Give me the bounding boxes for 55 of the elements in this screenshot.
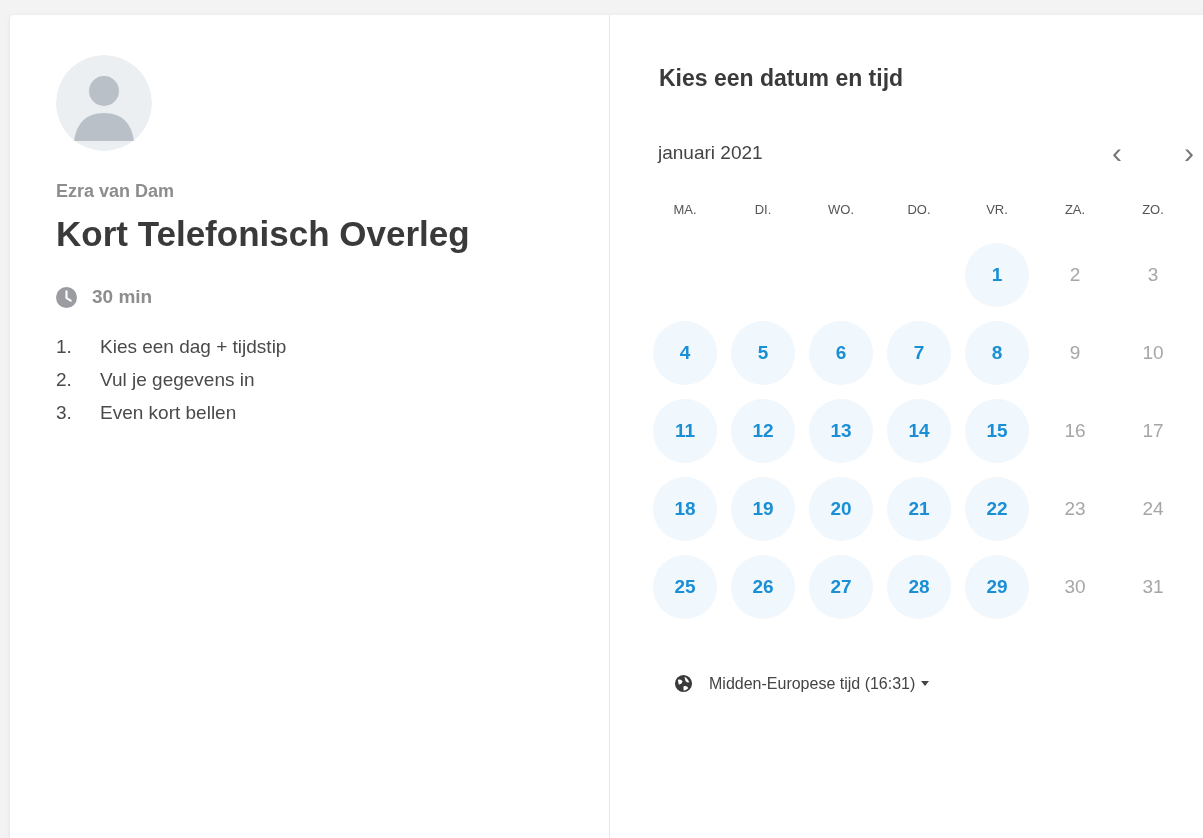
unavailable-day: 17 [1121,399,1185,463]
month-label: januari 2021 [658,142,763,164]
available-day-button[interactable]: 7 [887,321,951,385]
clock-icon [56,286,77,308]
available-day-button[interactable]: 14 [887,399,951,463]
host-name: Ezra van Dam [56,181,176,202]
weekday-label: DI. [754,202,772,219]
weekday-label: MA. [673,202,697,219]
caret-icon [921,681,930,686]
step-text: Even kort bellen [100,402,237,424]
available-day-button[interactable]: 6 [809,321,873,385]
unavailable-day: 16 [1043,399,1107,463]
available-day-button[interactable]: 18 [653,477,717,541]
calendar-heading: Kies een datum en tijd [659,65,905,92]
timezone-dropdown[interactable]: Midden-Europese tijd (16:31) [709,674,930,693]
weekday-label: VR. [986,202,1008,219]
unavailable-day: 30 [1043,555,1107,619]
unavailable-day: 23 [1043,477,1107,541]
available-day-button[interactable]: 21 [887,477,951,541]
step-number: 2. [56,369,73,391]
available-day-button[interactable]: 19 [731,477,795,541]
unavailable-day: 9 [1043,321,1107,385]
available-day-button[interactable]: 11 [653,399,717,463]
step-text: Kies een dag + tijdstip [100,336,287,358]
unavailable-day: 24 [1121,477,1185,541]
available-day-button[interactable]: 20 [809,477,873,541]
available-day-button[interactable]: 28 [887,555,951,619]
unavailable-day: 31 [1121,555,1185,619]
event-title: Kort Telefonisch Overleg [56,214,471,254]
available-day-button[interactable]: 1 [965,243,1029,307]
weekday-label: ZA. [1064,202,1086,219]
available-day-button[interactable]: 26 [731,555,795,619]
duration: 30 min [92,286,153,308]
available-day-button[interactable]: 29 [965,555,1029,619]
weekday-label: ZO. [1142,202,1164,219]
available-day-button[interactable]: 12 [731,399,795,463]
unavailable-day: 3 [1121,243,1185,307]
available-day-button[interactable]: 22 [965,477,1029,541]
unavailable-day: 2 [1043,243,1107,307]
step-number: 3. [56,402,73,424]
available-day-button[interactable]: 27 [809,555,873,619]
weekday-label: WO. [828,202,854,219]
available-day-button[interactable]: 4 [653,321,717,385]
step-text: Vul je gegevens in [100,369,255,391]
unavailable-day: 10 [1121,321,1185,385]
weekday-label: DO. [907,202,931,219]
available-day-button[interactable]: 25 [653,555,717,619]
next-month-button[interactable]: › [1178,138,1200,168]
available-day-button[interactable]: 5 [731,321,795,385]
step-number: 1. [56,336,73,358]
available-day-button[interactable]: 13 [809,399,873,463]
available-day-button[interactable]: 15 [965,399,1029,463]
globe-icon [674,674,693,693]
available-day-button[interactable]: 8 [965,321,1029,385]
previous-month-button[interactable]: ‹ [1106,138,1128,168]
